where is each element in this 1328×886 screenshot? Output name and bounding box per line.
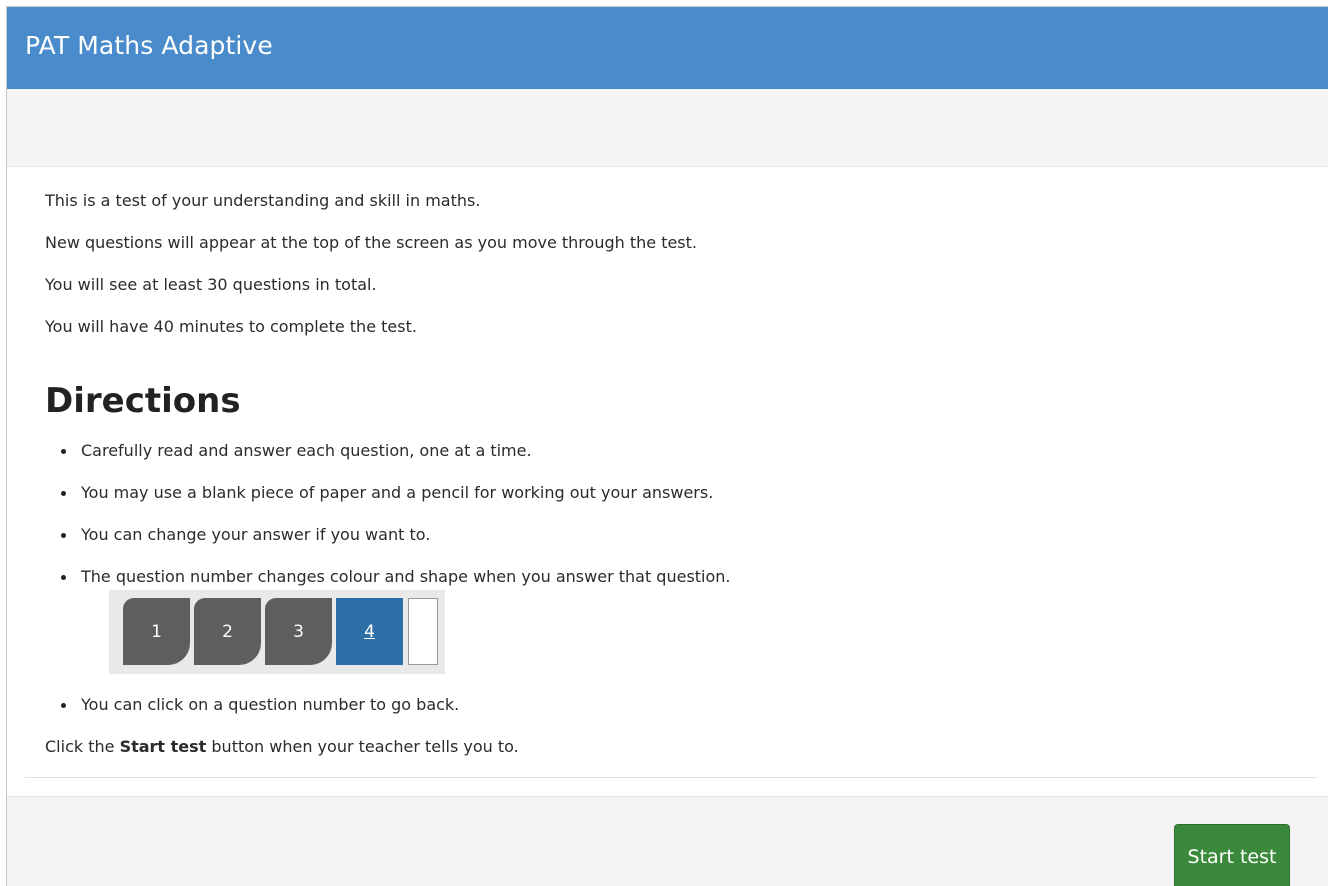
direction-item: The question number changes colour and s… bbox=[61, 567, 731, 586]
start-instruction: Click the Start test button when your te… bbox=[45, 737, 519, 757]
intro-text-2: New questions will appear at the top of … bbox=[45, 233, 697, 252]
app-title: PAT Maths Adaptive bbox=[25, 31, 273, 60]
header-bar: PAT Maths Adaptive bbox=[7, 7, 1328, 89]
toolbar-area bbox=[7, 89, 1328, 167]
instruction-prefix: Click the bbox=[45, 737, 120, 756]
directions-heading: Directions bbox=[45, 381, 241, 421]
intro-text-1: This is a test of your understanding and… bbox=[45, 191, 481, 210]
app-window: PAT Maths Adaptive This is a test of you… bbox=[6, 6, 1328, 886]
example-tab-answered: 1 bbox=[123, 598, 190, 665]
direction-item: You can change your answer if you want t… bbox=[60, 525, 431, 544]
direction-item: You may use a blank piece of paper and a… bbox=[60, 483, 714, 502]
divider bbox=[25, 777, 1317, 778]
start-test-button[interactable]: Start test bbox=[1174, 824, 1290, 886]
direction-item: You can click on a question number to go… bbox=[60, 695, 460, 714]
intro-text-4: You will have 40 minutes to complete the… bbox=[45, 317, 417, 336]
instruction-bold: Start test bbox=[119, 737, 207, 756]
instruction-suffix: button when your teacher tells you to. bbox=[206, 737, 519, 756]
footer-bar: Start test bbox=[7, 796, 1328, 886]
question-number-example: 1 2 3 4 bbox=[109, 590, 445, 674]
direction-item: Carefully read and answer each question,… bbox=[61, 441, 532, 460]
example-tab-answered: 3 bbox=[265, 598, 332, 665]
example-tab-current: 4 bbox=[336, 598, 403, 665]
example-tab-answered: 2 bbox=[194, 598, 261, 665]
intro-text-3: You will see at least 30 questions in to… bbox=[45, 275, 377, 294]
example-tab-unanswered bbox=[408, 598, 438, 665]
